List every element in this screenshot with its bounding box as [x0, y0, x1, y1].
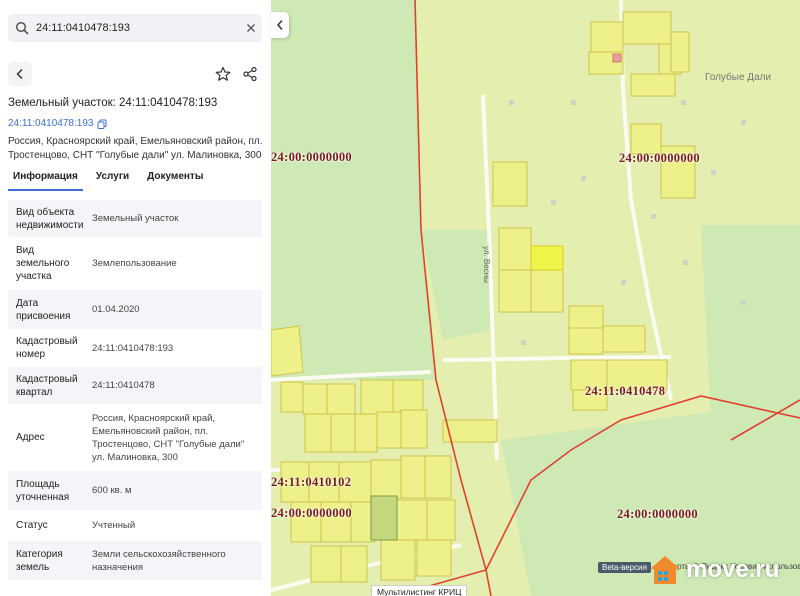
- quarter-label: 24:00:0000000: [271, 150, 352, 164]
- info-table: Вид объекта недвижимости Земельный участ…: [8, 200, 262, 581]
- forest-area-west: [271, 0, 436, 380]
- cadastral-map[interactable]: 24:00:0000000 24:00:0000000 24:11:041047…: [271, 0, 800, 596]
- row-value: Учтенный: [92, 520, 136, 531]
- row-value: Земельный участок: [92, 213, 179, 224]
- page-title: Земельный участок: 24:11:0410478:193: [8, 97, 218, 109]
- cadastral-number-text[interactable]: 24:11:0410478:193: [8, 118, 93, 129]
- quarter-label: 24:11:0410478: [585, 384, 666, 398]
- multilisting-label[interactable]: Мультилистинг КРИЦ: [371, 585, 468, 596]
- row-value: 24:11:0410478:193: [92, 342, 174, 354]
- logo-text: move.ru: [686, 556, 780, 583]
- row-key: Кадастровый квартал: [16, 373, 78, 398]
- beta-badge: Beta-версия: [598, 562, 651, 573]
- collapse-sidebar-button[interactable]: [271, 12, 289, 38]
- tab-documents[interactable]: Документы: [142, 170, 208, 191]
- card-toolbar: [8, 62, 262, 88]
- table-row: Дата присвоения 01.04.2020: [8, 290, 262, 330]
- tab-bar: Информация Услуги Документы: [8, 170, 262, 192]
- row-key: Дата присвоения: [16, 297, 71, 322]
- row-value: Земли сельскохозяйственного назначения: [92, 548, 226, 573]
- star-icon: [215, 66, 231, 81]
- row-key: Вид земельного участка: [16, 245, 70, 282]
- share-icon: [243, 66, 257, 82]
- table-row: Площадь уточненная 600 кв. м: [8, 471, 262, 511]
- house-icon: [650, 556, 680, 584]
- forest-area-east: [701, 225, 800, 420]
- address-text: Россия, Красноярский край, Емельяновский…: [8, 136, 263, 161]
- selected-parcel: [530, 245, 564, 271]
- table-row: Вид объекта недвижимости Земельный участ…: [8, 200, 262, 238]
- chevron-left-icon: [16, 68, 23, 80]
- street-label: ул. Весны: [482, 246, 491, 283]
- table-row: Кадастровый номер 24:11:0410478:193: [8, 330, 262, 367]
- table-row: Вид земельного участка Землепользование: [8, 238, 262, 290]
- copy-icon[interactable]: [97, 119, 107, 129]
- search-bar: [8, 14, 262, 42]
- quarter-label: 24:00:0000000: [271, 506, 352, 520]
- quarter-label: 24:00:0000000: [617, 507, 698, 521]
- info-sidebar: Земельный участок: 24:11:0410478:193 24:…: [0, 0, 271, 596]
- tab-services[interactable]: Услуги: [91, 170, 134, 191]
- highlight-parcel-southwest: [370, 495, 398, 541]
- row-key: Вид объекта недвижимости: [16, 206, 84, 231]
- row-key: Категория земель: [16, 548, 63, 573]
- row-key: Адрес: [16, 432, 45, 443]
- building-marker: [612, 53, 622, 63]
- row-value: Россия, Красноярский край, Емельяновский…: [92, 412, 245, 463]
- row-key: Статус: [16, 520, 48, 531]
- share-button[interactable]: [238, 62, 262, 86]
- row-value: Землепользование: [92, 258, 177, 269]
- cadastral-number-link[interactable]: 24:11:0410478:193: [8, 118, 107, 129]
- move-logo[interactable]: move.ru: [648, 550, 800, 590]
- quarter-label: 24:00:0000000: [619, 151, 700, 165]
- close-icon[interactable]: [240, 14, 262, 42]
- table-row: Кадастровый квартал 24:11:0410478: [8, 367, 262, 405]
- search-input[interactable]: [36, 16, 240, 40]
- back-button[interactable]: [8, 62, 32, 86]
- favorite-button[interactable]: [211, 62, 235, 86]
- row-value: 600 кв. м: [92, 485, 132, 496]
- table-row: Адрес Россия, Красноярский край, Емельян…: [8, 405, 262, 471]
- tab-information[interactable]: Информация: [8, 170, 83, 191]
- table-row: Категория земель Земли сельскохозяйствен…: [8, 541, 262, 581]
- table-row: Статус Учтенный: [8, 511, 262, 541]
- chevron-left-icon: [276, 20, 283, 30]
- row-key: Площадь уточненная: [16, 478, 70, 503]
- row-value: 24:11:0410478: [92, 380, 155, 391]
- place-label: Голубые Дали: [705, 72, 772, 83]
- row-value: 01.04.2020: [92, 304, 140, 315]
- row-key: Кадастровый номер: [16, 336, 78, 360]
- search-icon[interactable]: [8, 14, 36, 42]
- quarter-label: 24:11:0410102: [271, 475, 352, 489]
